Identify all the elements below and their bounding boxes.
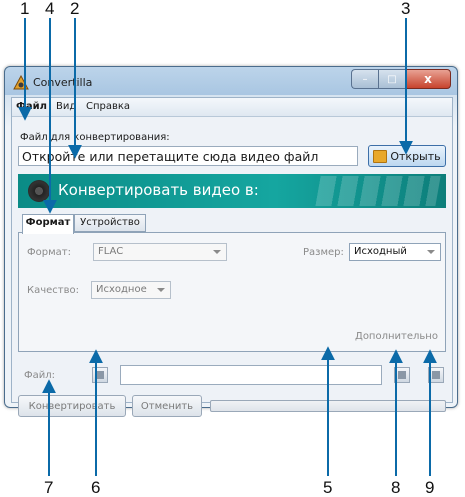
format-label: Формат: <box>27 247 71 258</box>
output-path-input[interactable] <box>120 365 382 385</box>
output-folder-button[interactable] <box>92 367 108 383</box>
format-select-value: FLAC <box>98 246 124 257</box>
tab-device[interactable]: Устройство <box>74 214 146 232</box>
convert-banner: Конвертировать видео в: <box>18 174 446 208</box>
maximize-button[interactable]: □ <box>378 69 405 89</box>
output-file-label: Файл: <box>24 370 55 381</box>
callout-3: 3 <box>401 0 411 18</box>
advanced-link[interactable]: Дополнительно <box>355 331 438 342</box>
play-output-button[interactable] <box>394 367 410 383</box>
open-folder-button[interactable] <box>428 367 444 383</box>
menu-view[interactable]: Вид <box>56 101 76 112</box>
callout-5: 5 <box>323 478 333 497</box>
folder-icon <box>373 149 388 163</box>
convert-button[interactable]: Конвертировать <box>18 395 126 417</box>
film-reel-icon <box>28 180 50 202</box>
client-area: Файл Вид Справка Файл для конвертировани… <box>11 97 453 417</box>
callout-6: 6 <box>91 478 101 497</box>
title-bar[interactable]: Convertilla – □ x <box>5 67 457 97</box>
quality-label: Качество: <box>27 285 79 296</box>
open-button-label: Открыть <box>390 149 441 163</box>
quality-select-value: Исходное <box>96 284 147 295</box>
progress-bar <box>210 400 446 412</box>
size-select[interactable]: Исходный <box>349 243 441 261</box>
close-button[interactable]: x <box>405 69 451 89</box>
chevron-down-icon <box>157 288 165 292</box>
cancel-button[interactable]: Отменить <box>132 395 202 417</box>
app-window: Convertilla – □ x Файл Вид Справка Файл … <box>4 66 458 417</box>
source-file-input[interactable]: Откройте или перетащите сюда видео файл <box>18 146 358 166</box>
callout-1: 1 <box>20 0 30 18</box>
film-strip-decoration <box>315 176 441 206</box>
folder-open-icon <box>432 371 440 379</box>
size-label: Размер: <box>303 247 344 258</box>
chevron-down-icon <box>427 250 435 254</box>
callout-7: 7 <box>44 478 54 497</box>
minimize-button[interactable]: – <box>351 69 378 89</box>
callout-8: 8 <box>391 478 401 497</box>
folder-icon <box>96 371 104 379</box>
window-title: Convertilla <box>33 76 93 89</box>
banner-title: Конвертировать видео в: <box>58 181 259 199</box>
format-select[interactable]: FLAC <box>93 243 227 261</box>
file-input-label: Файл для конвертирования: <box>20 132 170 143</box>
play-icon <box>398 371 406 379</box>
app-logo-icon <box>13 75 29 90</box>
open-button[interactable]: Открыть <box>368 145 446 167</box>
callout-2: 2 <box>70 0 80 18</box>
menu-file[interactable]: Файл <box>16 101 47 112</box>
chevron-down-icon <box>213 250 221 254</box>
size-select-value: Исходный <box>354 246 407 257</box>
menu-bar: Файл Вид Справка <box>12 98 452 117</box>
tab-format[interactable]: Формат <box>22 214 74 234</box>
callout-4: 4 <box>45 0 55 18</box>
menu-help[interactable]: Справка <box>86 101 130 112</box>
quality-select[interactable]: Исходное <box>91 281 171 299</box>
format-panel: Формат: FLAC Размер: Исходный Качество: … <box>18 232 446 352</box>
callout-9: 9 <box>425 478 435 497</box>
